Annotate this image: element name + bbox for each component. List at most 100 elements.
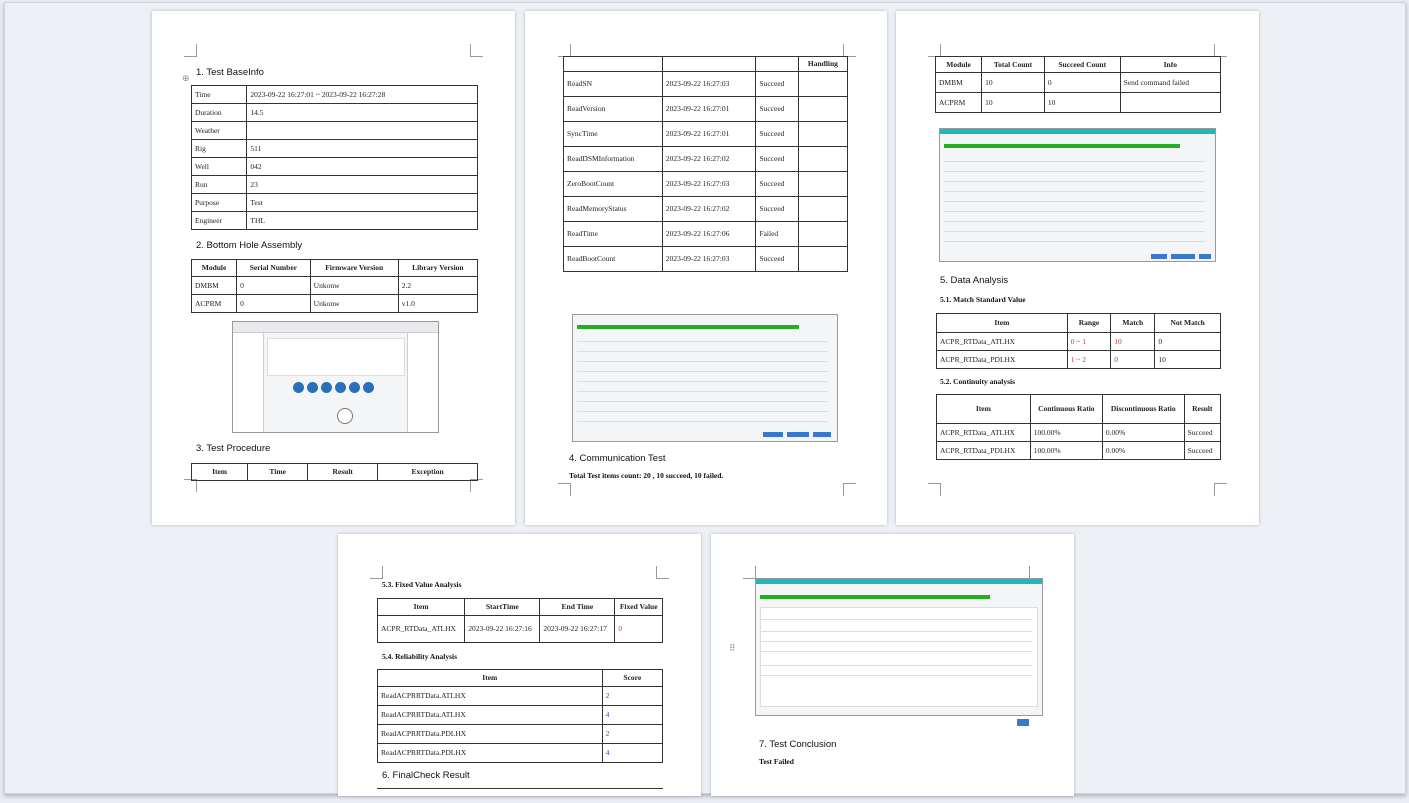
- table-row: ACPRM 10 10: [934, 92, 1222, 113]
- column-header: End Time: [539, 598, 616, 616]
- column-header: Item: [190, 463, 249, 481]
- drag-handle-icon[interactable]: ⠿: [729, 643, 736, 654]
- heading-finalcheck: 6. FinalCheck Result: [382, 770, 470, 781]
- table-cell: [797, 221, 849, 247]
- table-cell: ACPRM: [934, 92, 983, 113]
- table-cell: ACPR_RTData_PDLHX: [936, 350, 1068, 369]
- table-cell: 10: [981, 72, 1045, 93]
- column-header: Discontinuous Ratio: [1101, 394, 1185, 424]
- table-cell: Succeed: [755, 71, 799, 97]
- column-header: Range: [1066, 313, 1112, 333]
- heading-match-standard: 5.1. Match Standard Value: [940, 295, 1026, 304]
- crop-mark: [370, 566, 383, 579]
- page-2: Handling ReadSN 2023-09-22 16:27:03 Succeed…: [525, 11, 887, 525]
- table-cell: 0 ~ 1: [1066, 332, 1112, 351]
- table-row: Weather: [190, 121, 478, 140]
- diagnostics-screenshot-image: [572, 314, 838, 442]
- table-cell: 0.00%: [1101, 423, 1185, 442]
- table-cell: ACPR_RTData_ATLHX: [936, 332, 1068, 351]
- table-row: Time 2023-09-22 16:27:01 ~ 2023-09-22 16:…: [190, 85, 478, 104]
- table-cell: DMBM: [190, 276, 238, 295]
- module-summary-table: Module Total Count Succeed Count Info DMBM 10…: [934, 56, 1222, 113]
- crop-mark: [470, 44, 483, 57]
- table-cell: 0: [1154, 332, 1221, 351]
- table-row: ACPR_RTData_ATLHX 100.00% 0.00% Succeed: [936, 423, 1222, 442]
- table-row: ReadMemoryStatus 2023-09-22 16:27:02 Succe…: [563, 196, 849, 222]
- table-cell: 23: [246, 175, 478, 194]
- table-cell: Engineer: [190, 211, 248, 230]
- heading-data-analysis: 5. Data Analysis: [940, 275, 1009, 286]
- page-1: ⊕ 1. Test BaseInfo Time 2023-09-22 16:27:…: [152, 11, 515, 525]
- column-header: Library Version: [397, 259, 479, 277]
- table-row: Duration 14.5: [190, 103, 478, 122]
- column-header: StartTime: [464, 598, 541, 616]
- table-cell: 10: [1154, 350, 1221, 369]
- column-header: [563, 56, 663, 72]
- table-cell: ReadVersion: [563, 96, 663, 122]
- table-cell: [797, 171, 849, 197]
- procedure-table: Item Time Result Exception: [190, 463, 478, 481]
- table-cell: v1.0: [397, 294, 479, 313]
- crop-mark: [1214, 483, 1227, 496]
- table-cell: 10: [1043, 92, 1121, 113]
- table-cell: Failed: [755, 221, 799, 247]
- table-header-row: Item Time Result Exception: [190, 463, 478, 481]
- table-header-row: Module Serial Number Firmware Version Libra…: [190, 259, 479, 277]
- column-header: Item: [377, 669, 603, 687]
- column-header: Module: [934, 56, 983, 73]
- table-header-row: Item StartTime End Time Fixed Value: [376, 598, 663, 616]
- table-cell: Duration: [190, 103, 248, 122]
- crop-mark: [656, 566, 669, 579]
- table-cell: [797, 196, 849, 222]
- software-screenshot-image: [232, 321, 439, 433]
- heading-test-conclusion: 7. Test Conclusion: [759, 739, 837, 750]
- table-cell: 2023-09-22 16:27:06: [661, 221, 757, 247]
- table-cell: ACPRM: [190, 294, 238, 313]
- column-header: Match: [1110, 313, 1156, 333]
- table-cell: Succeed: [755, 246, 799, 272]
- table-cell: ReadACPRRTData.PDLHX: [377, 724, 603, 744]
- table-header-row: Item Score: [377, 669, 664, 687]
- close-button[interactable]: [1017, 719, 1029, 726]
- baseinfo-table: Time 2023-09-22 16:27:01 ~ 2023-09-22 16:…: [190, 85, 478, 230]
- table-cell: Succeed: [755, 121, 799, 147]
- table-cell: Test: [246, 193, 478, 212]
- table-cell: ReadBootCount: [563, 246, 663, 272]
- table-cell: ACPR_RTData_ATLHX: [376, 615, 466, 643]
- table-cell: 2023-09-22 16:27:03: [661, 171, 757, 197]
- table-row: DMBM 10 0 Send command failed: [934, 72, 1222, 93]
- crop-mark: [843, 483, 856, 496]
- table-row: ReadACPRRTData.ATLHX 4: [377, 705, 664, 725]
- column-header: Continuous Ratio: [1029, 394, 1103, 424]
- table-cell: 4: [601, 705, 664, 725]
- table-cell: 100.00%: [1029, 423, 1103, 442]
- table-cell: [246, 121, 478, 140]
- table-move-handle-icon[interactable]: ⊕: [182, 73, 190, 84]
- heading-fixed-value: 5.3. Fixed Value Analysis: [382, 580, 462, 589]
- table-cell: Succeed: [755, 196, 799, 222]
- table-cell: ReadDSMInformation: [563, 146, 663, 172]
- column-header: [661, 56, 757, 72]
- column-header: Serial Number: [236, 259, 311, 277]
- table-row: ReadTime 2023-09-22 16:27:06 Failed: [563, 221, 849, 247]
- crop-mark: [558, 483, 571, 496]
- table-cell: ReadACPRRTData.ATLHX: [377, 686, 603, 706]
- table-row: Engineer THL: [190, 211, 478, 230]
- column-header: Firmware Version: [309, 259, 399, 277]
- table-row: ReadACPRRTData.ATLHX 2: [377, 686, 664, 706]
- column-header: Info: [1119, 56, 1222, 73]
- table-cell: Succeed: [755, 171, 799, 197]
- table-cell: 2023-09-22 16:27:02: [661, 146, 757, 172]
- reliability-table: Item Score ReadACPRRTData.ATLHX 2 ReadACPRRT…: [377, 669, 664, 763]
- table-cell: 2023-09-22 16:27:01: [661, 96, 757, 122]
- table-cell: 0.00%: [1101, 441, 1185, 460]
- table-cell: ReadTime: [563, 221, 663, 247]
- table-row: Well 042: [190, 157, 478, 176]
- table-cell: ReadACPRRTData.PDLHX: [377, 743, 603, 763]
- crop-mark: [928, 483, 941, 496]
- table-cell: 0: [614, 615, 663, 643]
- table-row: Purpose Test: [190, 193, 478, 212]
- table-cell: Unkonw: [309, 294, 399, 313]
- column-header: Result: [1183, 394, 1222, 424]
- table-cell: 042: [246, 157, 478, 176]
